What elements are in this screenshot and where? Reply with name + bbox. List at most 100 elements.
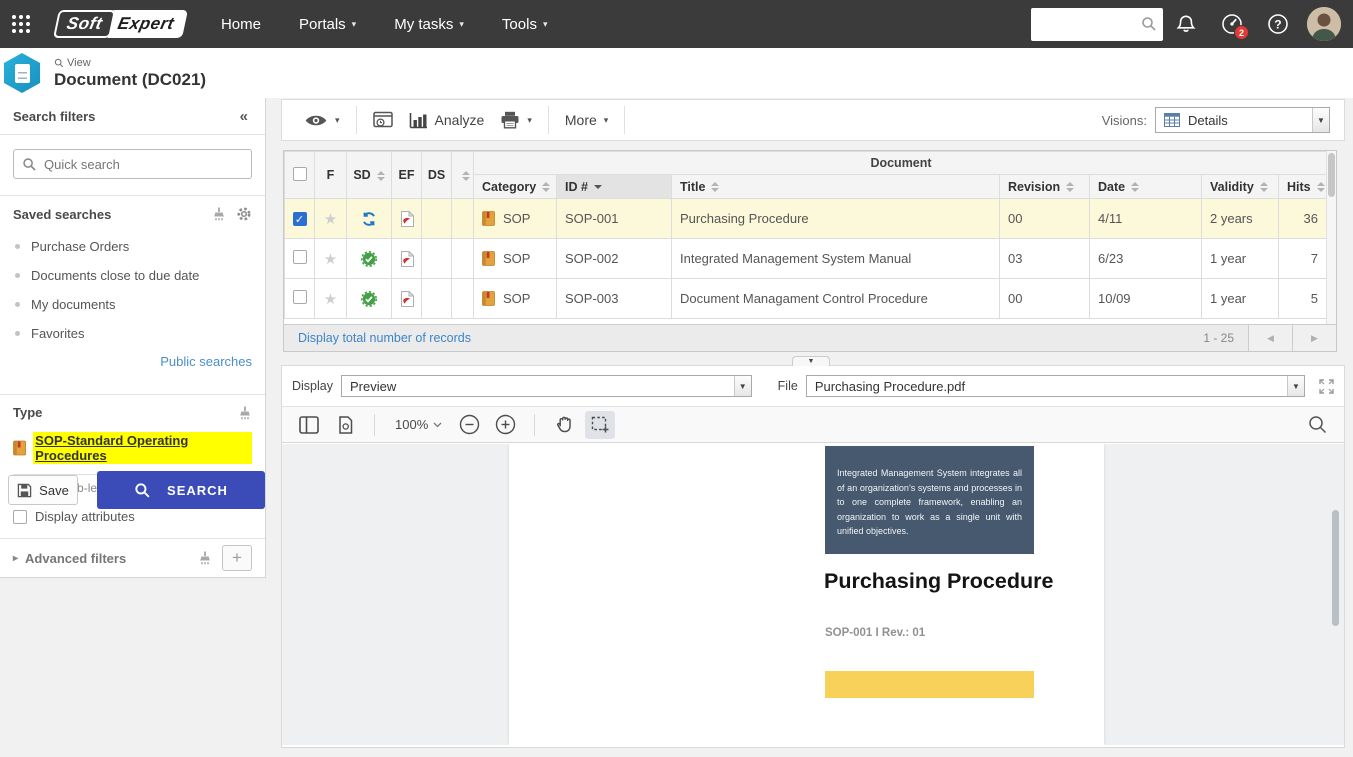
saved-search-item[interactable]: My documents (13, 290, 252, 319)
column-ds[interactable]: DS (422, 152, 452, 199)
public-searches-link[interactable]: Public searches (13, 354, 252, 369)
sort-icon (711, 182, 719, 192)
column-hits[interactable]: Hits (1279, 175, 1329, 199)
row-checkbox[interactable] (293, 250, 307, 264)
search-button[interactable]: SEARCH (97, 471, 265, 509)
validity-value: 1 year (1202, 279, 1279, 319)
clear-filter-icon[interactable] (238, 406, 252, 420)
user-avatar[interactable] (1307, 7, 1341, 41)
advanced-filters-toggle[interactable]: ▸ Advanced filters (13, 551, 126, 566)
help-button[interactable]: ? (1255, 13, 1301, 35)
display-select[interactable]: Preview ▼ (341, 375, 752, 397)
pending-tasks-button[interactable]: 2 (1209, 13, 1255, 35)
favorite-star-icon[interactable]: ★ (324, 211, 337, 228)
column-favorite[interactable]: F (315, 152, 347, 199)
display-value: Preview (350, 379, 396, 394)
quick-search-section (0, 135, 265, 196)
gear-icon[interactable] (236, 206, 252, 222)
column-revision[interactable]: Revision (1000, 175, 1090, 199)
clear-filter-icon[interactable] (198, 551, 212, 565)
pdf-viewer[interactable]: Integrated Management System integrates … (282, 444, 1344, 745)
validity-value: 1 year (1202, 239, 1279, 279)
save-button[interactable]: Save (8, 475, 78, 505)
revision-schedule-button[interactable] (365, 105, 401, 135)
column-file[interactable]: EF (392, 152, 422, 199)
pdf-page-settings-button[interactable] (330, 411, 360, 439)
nav-portals[interactable]: Portals ▾ (299, 16, 356, 33)
table-row[interactable]: ★ (285, 279, 1329, 319)
saved-search-item[interactable]: Purchase Orders (13, 232, 252, 261)
quick-search-input[interactable] (44, 157, 243, 172)
pdf-sidebar-toggle-button[interactable] (294, 411, 324, 439)
column-category[interactable]: Category (474, 175, 557, 199)
column-title[interactable]: Title (672, 175, 1000, 199)
selected-type-link[interactable]: SOP-Standard Operating Procedures (33, 432, 252, 464)
top-navbar: SoftExpert Home Portals ▾ My tasks ▾ Too… (0, 0, 1353, 48)
bullet-icon (15, 302, 20, 307)
print-button[interactable]: ▾ (492, 105, 540, 135)
app-grid-icon[interactable] (10, 13, 32, 35)
sort-icon (542, 182, 550, 192)
pdf-search-button[interactable] (1302, 411, 1332, 439)
saved-search-item[interactable]: Favorites (13, 319, 252, 348)
help-icon: ? (1267, 13, 1289, 35)
table-row[interactable]: ✓ ★ (285, 199, 1329, 239)
preview-collapse-handle[interactable]: ▼ (792, 356, 830, 366)
revision-value: 00 (1000, 279, 1090, 319)
quick-search-box[interactable] (13, 149, 252, 179)
collapse-sidebar-button[interactable]: « (240, 108, 248, 125)
printer-icon (500, 111, 520, 129)
select-all-checkbox[interactable] (293, 167, 307, 181)
chevron-right-icon: ▸ (13, 553, 18, 564)
grid-scrollbar-thumb[interactable] (1328, 153, 1335, 197)
pdf-file-icon[interactable] (400, 291, 414, 307)
view-button[interactable]: ▾ (296, 107, 348, 134)
table-row[interactable]: ★ (285, 239, 1329, 279)
fullscreen-button[interactable] (1319, 379, 1334, 394)
file-select[interactable]: Purchasing Procedure.pdf ▼ (806, 375, 1305, 397)
visions-select[interactable]: Details ▼ (1155, 107, 1330, 133)
clear-filter-icon[interactable] (212, 207, 226, 221)
column-id[interactable]: ID # (557, 175, 672, 199)
next-page-button[interactable]: ▶ (1292, 325, 1336, 351)
add-filter-button[interactable]: + (222, 545, 252, 571)
row-checkbox[interactable] (293, 290, 307, 304)
select-tool-button[interactable] (585, 411, 615, 439)
favorite-star-icon[interactable]: ★ (324, 291, 337, 308)
notifications-button[interactable] (1163, 14, 1209, 34)
analyze-button[interactable]: Analyze (401, 106, 493, 135)
nav-home[interactable]: Home (221, 16, 261, 33)
zoom-in-button[interactable] (490, 411, 520, 439)
pdf-zoom-select[interactable]: 100% (389, 417, 448, 432)
global-search-input[interactable] (1037, 17, 1141, 32)
nav-my-tasks[interactable]: My tasks ▾ (394, 16, 464, 33)
pdf-toolbar: 100% (282, 406, 1344, 443)
column-status[interactable]: SD (347, 152, 392, 199)
chevron-down-icon: ▾ (543, 19, 548, 30)
softexpert-logo[interactable]: SoftExpert (56, 10, 185, 38)
previous-page-button[interactable]: ◀ (1248, 325, 1292, 351)
file-value: Purchasing Procedure.pdf (815, 379, 965, 394)
zoom-out-button[interactable] (454, 411, 484, 439)
pan-tool-button[interactable] (549, 411, 579, 439)
nav-tools[interactable]: Tools ▾ (502, 16, 548, 33)
row-checkbox[interactable]: ✓ (293, 212, 307, 226)
saved-search-item[interactable]: Documents close to due date (13, 261, 252, 290)
grid-footer: Display total number of records 1 - 25 ◀… (284, 324, 1336, 351)
display-total-link[interactable]: Display total number of records (298, 331, 471, 345)
global-search-box[interactable] (1031, 8, 1163, 41)
favorite-star-icon[interactable]: ★ (324, 251, 337, 268)
saved-searches-section: Saved searches Purchase Orders (0, 196, 265, 395)
grid-scrollbar[interactable] (1326, 151, 1336, 325)
pdf-file-icon[interactable] (400, 211, 414, 227)
column-validity[interactable]: Validity (1202, 175, 1279, 199)
column-date[interactable]: Date (1090, 175, 1202, 199)
select-all-cell (285, 152, 315, 199)
search-icon (134, 482, 151, 499)
selected-type-item[interactable]: SOP-Standard Operating Procedures (13, 432, 252, 464)
display-attributes-checkbox[interactable] (13, 510, 27, 524)
more-button[interactable]: More ▾ (557, 106, 616, 134)
results-grid: F SD EF DS Document Category ID # Title (283, 150, 1337, 352)
pdf-scrollbar-thumb[interactable] (1332, 510, 1339, 626)
pdf-file-icon[interactable] (400, 251, 414, 267)
